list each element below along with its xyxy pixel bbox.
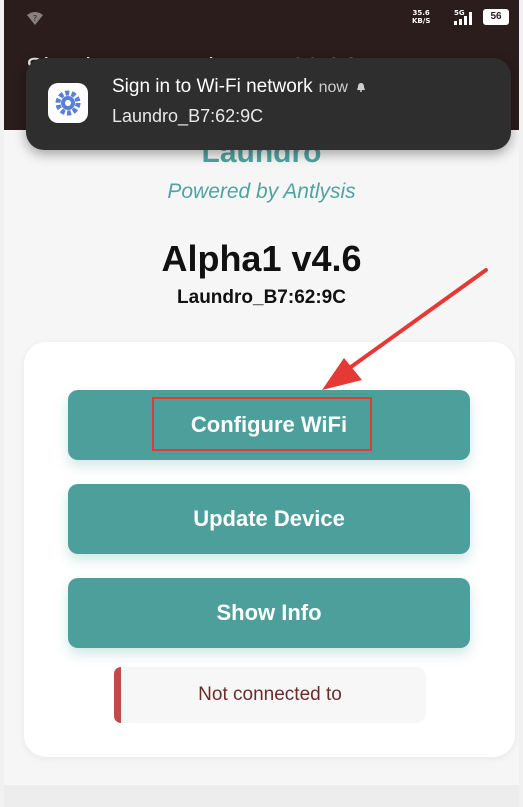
connection-notice: Not connected to <box>114 667 426 723</box>
wifi-sign-in-notification[interactable]: Sign in to Wi-Fi network now Laundro_B7:6… <box>26 58 511 150</box>
battery-icon: 56 <box>483 9 509 25</box>
arrow-annotation-icon <box>322 268 488 390</box>
phone-screen: ? 35.6 KB/S 5G 56 Sign in to Laundro_B7:… <box>4 0 519 807</box>
svg-text:5G: 5G <box>454 9 465 17</box>
notification-subtitle: Laundro_B7:62:9C <box>112 106 264 126</box>
signal-icon: 5G <box>454 9 472 25</box>
network-speed: 35.6 KB/S <box>412 9 431 25</box>
wifi-question-icon: ? <box>27 12 43 25</box>
actions-card: Configure WiFi Update Device Show Info N… <box>24 342 515 757</box>
notice-text: Not connected to <box>198 684 342 705</box>
svg-text:?: ? <box>33 14 37 23</box>
powered-by: Powered by Antlysis <box>167 180 356 203</box>
settings-gear-icon <box>48 83 88 123</box>
notification-time: now <box>318 79 348 96</box>
show-info-button[interactable]: Show Info <box>68 578 470 648</box>
bottom-strip <box>4 785 519 807</box>
status-bar: ? 35.6 KB/S 5G 56 <box>4 0 519 36</box>
bell-icon <box>357 82 366 92</box>
portal-content: Laundro Powered by Antlysis Alpha1 v4.6 … <box>4 130 519 807</box>
highlight-box <box>152 397 372 451</box>
update-device-button[interactable]: Update Device <box>68 484 470 554</box>
notification-title: Sign in to Wi-Fi network now <box>112 76 366 98</box>
